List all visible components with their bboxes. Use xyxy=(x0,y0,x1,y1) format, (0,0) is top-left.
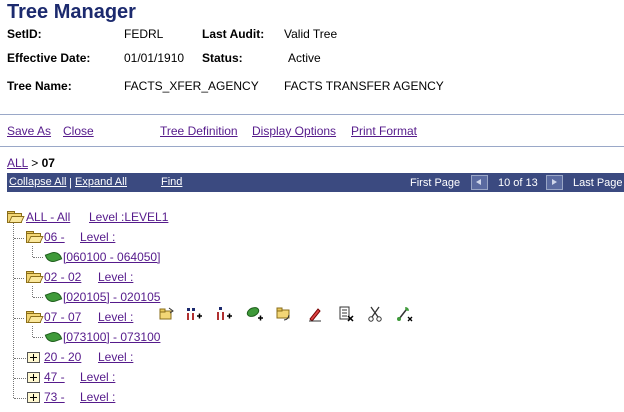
next-page-icon[interactable] xyxy=(546,175,563,190)
open-folder-icon[interactable] xyxy=(7,211,25,223)
effective-date-value: 01/01/1910 xyxy=(124,51,185,65)
tree-root-node[interactable]: ALL - All xyxy=(26,210,70,224)
expand-node-icon[interactable] xyxy=(27,392,40,403)
print-format-link[interactable]: Print Format xyxy=(351,124,417,138)
open-folder-icon[interactable] xyxy=(26,311,44,323)
tree-connector xyxy=(32,326,33,337)
tree-node-47[interactable]: 47 - xyxy=(44,370,65,384)
tree-connector xyxy=(14,318,24,319)
tree-connector xyxy=(32,246,33,257)
divider-top xyxy=(0,114,624,115)
tree-node-02-level[interactable]: Level : xyxy=(98,270,133,284)
leaf-icon xyxy=(44,329,63,345)
tree-description: FACTS TRANSFER AGENCY xyxy=(284,79,444,93)
last-audit-value: Valid Tree xyxy=(284,27,338,41)
page-count: 10 of 13 xyxy=(498,177,538,189)
open-node-icon[interactable] xyxy=(158,305,176,323)
expand-node-icon[interactable] xyxy=(27,372,40,383)
insert-detail-icon[interactable] xyxy=(246,305,264,323)
tree-connector xyxy=(13,222,14,398)
cut-icon[interactable] xyxy=(366,305,384,323)
last-audit-label: Last Audit: xyxy=(202,27,265,41)
setid-label: SetID: xyxy=(7,27,42,41)
tree-detail-07[interactable]: [073100] - 073100 xyxy=(63,330,160,344)
tree-node-06-level[interactable]: Level : xyxy=(80,230,115,244)
effective-date-label: Effective Date: xyxy=(7,51,91,65)
tree-node-02[interactable]: 02 - 02 xyxy=(44,270,81,284)
paste-icon[interactable] xyxy=(396,305,414,323)
open-folder-icon[interactable] xyxy=(26,231,44,243)
tree-node-07-level[interactable]: Level : xyxy=(98,310,133,324)
status-value: Active xyxy=(288,51,321,65)
find-link[interactable]: Find xyxy=(161,176,182,188)
tree-name-label: Tree Name: xyxy=(7,79,72,93)
tree-node-07[interactable]: 07 - 07 xyxy=(44,310,81,324)
delete-node-icon[interactable] xyxy=(337,305,355,323)
display-options-link[interactable]: Display Options xyxy=(252,124,336,138)
tree-connector xyxy=(14,378,26,379)
tree-connector xyxy=(33,257,43,258)
tree-connector xyxy=(14,398,26,399)
tree-connector xyxy=(33,337,43,338)
tree-definition-link[interactable]: Tree Definition xyxy=(160,124,238,138)
breadcrumb-current: 07 xyxy=(41,156,55,170)
collapse-all-link[interactable]: Collapse All xyxy=(9,176,66,188)
edit-data-icon[interactable] xyxy=(306,305,324,323)
expand-all-link[interactable]: Expand All xyxy=(75,176,127,188)
tree-node-47-level[interactable]: Level : xyxy=(80,370,115,384)
tree-detail-06[interactable]: [060100 - 064050] xyxy=(63,250,160,264)
tree-connector xyxy=(32,286,33,297)
breadcrumb-separator: > xyxy=(31,156,39,170)
tree-node-73[interactable]: 73 - xyxy=(44,390,65,404)
setid-value: FEDRL xyxy=(124,27,164,41)
close-link[interactable]: Close xyxy=(63,124,94,138)
last-page-label: Last Page xyxy=(573,177,623,189)
tree-connector xyxy=(14,358,26,359)
tree-root-level[interactable]: Level :LEVEL1 xyxy=(89,210,168,224)
previous-page-icon[interactable] xyxy=(471,175,488,190)
open-folder-icon[interactable] xyxy=(26,271,44,283)
tree-detail-02[interactable]: [020105] - 020105 xyxy=(63,290,160,304)
leaf-icon xyxy=(44,289,63,305)
tree-node-20-level[interactable]: Level : xyxy=(98,350,133,364)
tree-node-73-level[interactable]: Level : xyxy=(80,390,115,404)
first-page-label: First Page xyxy=(410,177,461,189)
breadcrumb-root-link[interactable]: ALL xyxy=(7,156,28,170)
tree-connector xyxy=(14,238,24,239)
tree-navigation-bar: Collapse All | Expand All Find First Pag… xyxy=(7,173,624,192)
tree-connector xyxy=(14,278,24,279)
tree-name-value: FACTS_XFER_AGENCY xyxy=(124,79,259,93)
insert-child-icon[interactable] xyxy=(215,305,233,323)
tree-node-20[interactable]: 20 - 20 xyxy=(44,350,81,364)
status-label: Status: xyxy=(202,51,243,65)
tree-connector xyxy=(33,297,43,298)
tree-node-06[interactable]: 06 - xyxy=(44,230,65,244)
expand-node-icon[interactable] xyxy=(27,352,40,363)
divider-bottom xyxy=(0,146,624,147)
navbar-divider: | xyxy=(69,177,72,189)
leaf-icon xyxy=(44,249,63,265)
move-node-icon[interactable] xyxy=(276,305,294,323)
save-as-link[interactable]: Save As xyxy=(7,124,51,138)
insert-sibling-icon[interactable] xyxy=(185,305,203,323)
page-title: Tree Manager xyxy=(7,1,136,23)
breadcrumb: ALL > 07 xyxy=(7,156,55,170)
